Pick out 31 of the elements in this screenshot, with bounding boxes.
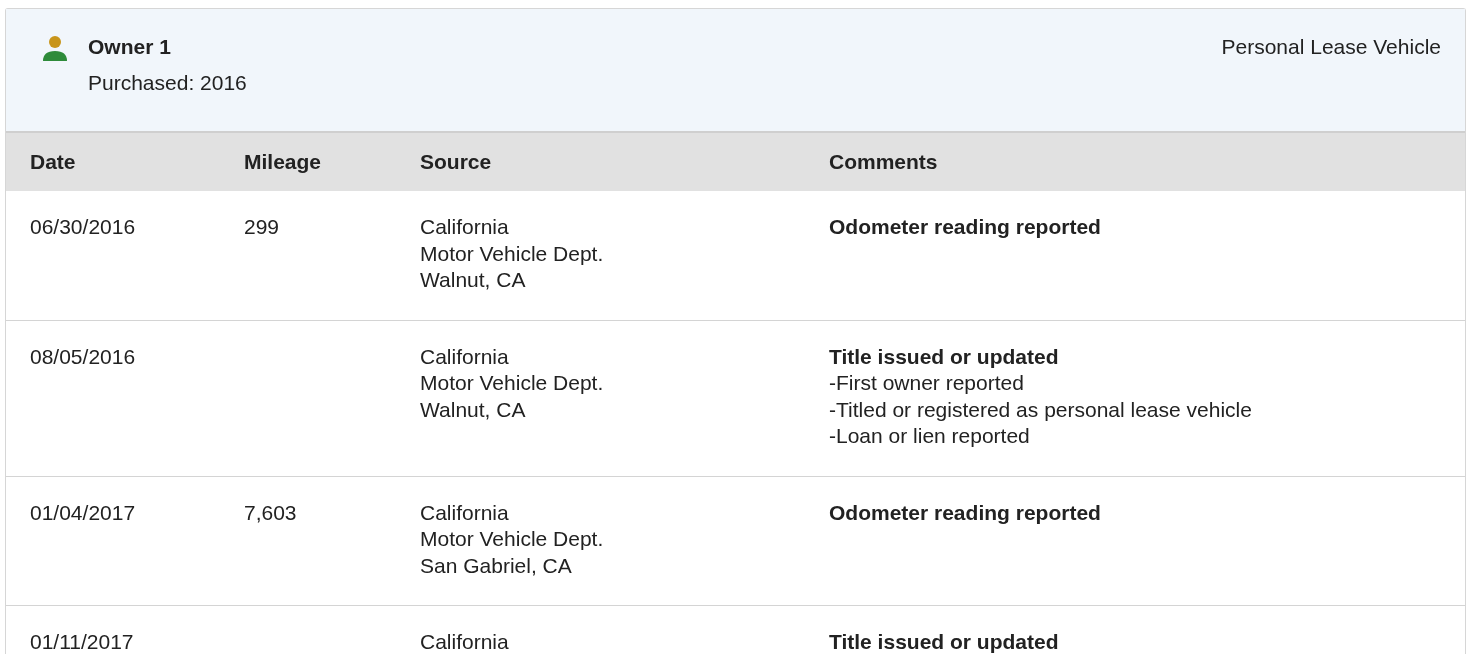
mileage-cell-text: 7,603 <box>244 499 298 526</box>
vehicle-type: Personal Lease Vehicle <box>1221 35 1441 59</box>
comment-item: -Loan or lien reported <box>829 423 1031 449</box>
comment-title: Odometer reading reported <box>829 214 1102 240</box>
source-line: Motor Vehicle Dept. <box>420 370 605 396</box>
mileage-cell-text: 299 <box>244 214 281 240</box>
comment-title: Title issued or updated <box>829 629 1060 654</box>
date-cell-text: 06/30/2016 <box>30 214 137 240</box>
source-line: California <box>420 499 510 526</box>
comment-item: -Titled or registered as personal lease vehicle <box>829 396 1253 423</box>
source-line: Motor Vehicle Dept. <box>420 240 605 267</box>
comment-title: Odometer reading reported <box>829 499 1102 526</box>
source-line: San Gabriel, CA <box>420 552 573 579</box>
comment-title: Title issued or updated <box>829 343 1060 370</box>
comment-item: -First owner reported <box>829 370 1025 396</box>
source-line: California <box>420 629 510 654</box>
column-header: Source <box>420 150 493 174</box>
owner-name: Owner 1 <box>88 35 172 59</box>
column-header: Mileage <box>244 150 323 174</box>
date-cell-text: 08/05/2016 <box>30 343 137 370</box>
source-line: California <box>420 214 510 240</box>
source-line: California <box>420 343 510 370</box>
column-header: Date <box>30 150 77 174</box>
source-line: Motor Vehicle Dept. <box>420 526 605 552</box>
source-line: Walnut, CA <box>420 396 527 423</box>
date-cell-text: 01/04/2017 <box>30 499 137 526</box>
date-cell-text: 01/11/2017 <box>30 629 135 654</box>
purchased-year: Purchased: 2016 <box>88 71 248 95</box>
person-icon <box>42 35 68 61</box>
column-header: Comments <box>829 150 939 174</box>
source-line: Walnut, CA <box>420 267 527 293</box>
